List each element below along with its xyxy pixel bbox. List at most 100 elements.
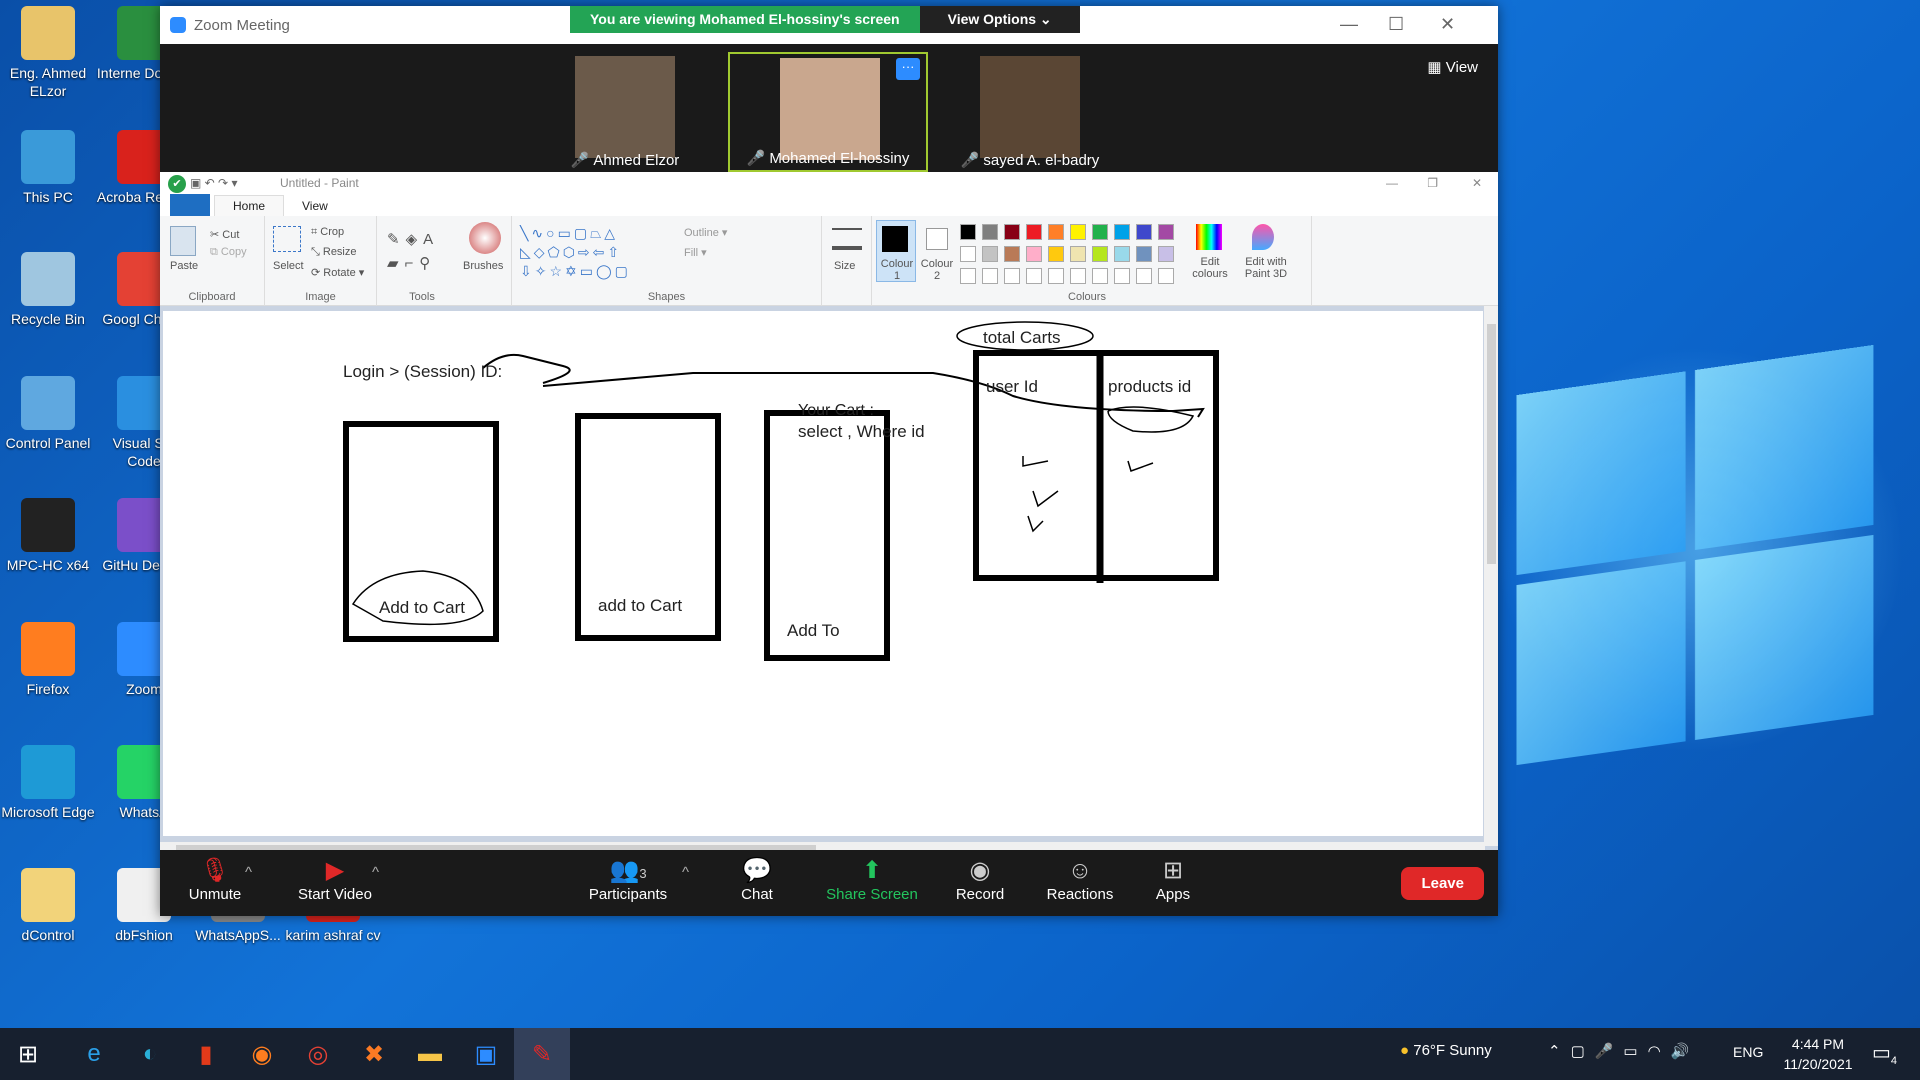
participant-tile[interactable]: 🎤 Ahmed Elzor xyxy=(525,52,725,172)
view-options-button[interactable]: View Options ⌄ xyxy=(919,6,1080,33)
palette-swatch[interactable] xyxy=(1004,224,1020,240)
palette-swatch-empty[interactable] xyxy=(1158,268,1174,284)
desktop-icon[interactable]: Recycle Bin xyxy=(0,252,96,328)
shapes-gallery-icons[interactable]: ╲∿○▭▢⏢△ ◺◇⬠⬡⇨⇦⇧ ⇩✧☆✡▭◯▢ xyxy=(520,224,670,281)
palette-swatch-empty[interactable] xyxy=(1026,268,1042,284)
desktop-icon[interactable]: Eng. Ahmed ELzor xyxy=(0,6,96,100)
unmute-button[interactable]: 🎙 Unmute xyxy=(180,856,250,903)
palette-swatch[interactable] xyxy=(1004,246,1020,262)
select-icon[interactable] xyxy=(273,226,301,252)
palette-swatch[interactable] xyxy=(1136,246,1152,262)
palette-swatch-empty[interactable] xyxy=(1092,268,1108,284)
clock[interactable]: 4:44 PM 11/20/2021 xyxy=(1772,1034,1864,1074)
scroll-thumb[interactable] xyxy=(1487,324,1496,564)
tab-home[interactable]: Home xyxy=(214,195,285,216)
start-button[interactable]: ⊞ xyxy=(0,1028,56,1080)
brushes-icon[interactable] xyxy=(469,222,501,254)
edit-colours-icon[interactable] xyxy=(1196,224,1222,250)
palette-swatch-empty[interactable] xyxy=(1114,268,1130,284)
view-layout-button[interactable]: ▦ View xyxy=(1427,58,1478,76)
brushes-button[interactable]: Brushes xyxy=(463,260,503,272)
edit-paint3d-button[interactable]: Edit with Paint 3D xyxy=(1238,256,1294,280)
palette-swatch[interactable] xyxy=(1158,246,1174,262)
desktop-icon[interactable]: dControl xyxy=(0,868,96,944)
participants-options-caret[interactable]: ^ xyxy=(682,864,689,881)
drawing-canvas[interactable]: Login > (Session) ID: Add to Cart add to… xyxy=(163,311,1483,836)
desktop-icon[interactable]: This PC xyxy=(0,130,96,206)
file-explorer-icon[interactable]: ▬ xyxy=(402,1028,458,1080)
outline-button[interactable]: Outline ▾ xyxy=(684,226,727,239)
palette-swatch[interactable] xyxy=(982,246,998,262)
language-indicator[interactable]: ENG xyxy=(1733,1044,1763,1060)
more-options-icon[interactable]: ··· xyxy=(896,58,920,80)
minimize-icon[interactable]: — xyxy=(1386,176,1398,190)
palette-swatch-empty[interactable] xyxy=(1004,268,1020,284)
maximize-icon[interactable]: ☐ xyxy=(1388,14,1404,35)
office-icon[interactable]: ▮ xyxy=(178,1028,234,1080)
leave-button[interactable]: Leave xyxy=(1401,867,1484,900)
pencil-fill-text-icons[interactable]: ✎◈A xyxy=(387,230,439,248)
file-tab[interactable] xyxy=(170,194,210,216)
close-icon[interactable]: ✕ xyxy=(1440,14,1455,35)
edge-icon[interactable]: ◐ xyxy=(122,1028,178,1080)
chrome-icon[interactable]: ◎ xyxy=(290,1028,346,1080)
paste-icon[interactable] xyxy=(170,226,196,256)
desktop-icon[interactable]: MPC-HC x64 xyxy=(0,498,96,574)
desktop-icon[interactable]: Microsoft Edge xyxy=(0,745,96,821)
participant-tile-active[interactable]: ··· 🎤 Mohamed El-hossiny xyxy=(728,52,928,172)
palette-swatch[interactable] xyxy=(1136,224,1152,240)
xampp-icon[interactable]: ✖ xyxy=(346,1028,402,1080)
palette-swatch[interactable] xyxy=(1026,246,1042,262)
size-button[interactable]: Size xyxy=(834,260,855,272)
tray-icons[interactable]: ⌃▢🎤▭◠🔊 xyxy=(1548,1042,1699,1060)
apps-button[interactable]: ⊞ Apps xyxy=(1148,856,1198,903)
tab-view[interactable]: View xyxy=(284,196,346,216)
select-button[interactable]: Select xyxy=(273,260,304,272)
palette-swatch-empty[interactable] xyxy=(982,268,998,284)
edit-colours-button[interactable]: Edit colours xyxy=(1188,256,1232,280)
quick-access-icons[interactable]: ▣ ↶ ↷ ▾ xyxy=(190,176,237,190)
audio-options-caret[interactable]: ^ xyxy=(245,864,252,881)
size-icon[interactable] xyxy=(832,228,862,250)
palette-swatch[interactable] xyxy=(1092,224,1108,240)
desktop-icon[interactable]: Control Panel xyxy=(0,376,96,452)
firefox-icon[interactable]: ◉ xyxy=(234,1028,290,1080)
paint-taskbar-icon[interactable]: ✎ xyxy=(514,1028,570,1080)
minimize-icon[interactable]: — xyxy=(1340,14,1358,35)
notifications-icon[interactable]: ▭4 xyxy=(1872,1040,1897,1067)
palette-swatch[interactable] xyxy=(1114,224,1130,240)
participant-tile[interactable]: 🎤 sayed A. el-badry xyxy=(930,52,1130,172)
paste-button[interactable]: Paste xyxy=(170,260,198,272)
palette-swatch-empty[interactable] xyxy=(1048,268,1064,284)
palette-swatch[interactable] xyxy=(982,224,998,240)
palette-swatch-empty[interactable] xyxy=(960,268,976,284)
zoom-taskbar-icon[interactable]: ▣ xyxy=(458,1028,514,1080)
palette-swatch[interactable] xyxy=(1092,246,1108,262)
palette-swatch[interactable] xyxy=(1114,246,1130,262)
participants-button[interactable]: 👥3 Participants xyxy=(578,856,678,903)
palette-swatch[interactable] xyxy=(1026,224,1042,240)
palette-swatch-empty[interactable] xyxy=(1070,268,1086,284)
chat-button[interactable]: 💬 Chat xyxy=(727,856,787,903)
paint3d-icon[interactable] xyxy=(1252,224,1274,250)
palette-swatch[interactable] xyxy=(1070,224,1086,240)
vertical-scrollbar[interactable] xyxy=(1484,306,1498,846)
colour2-swatch[interactable] xyxy=(926,228,948,250)
reactions-button[interactable]: ☺ Reactions xyxy=(1040,856,1120,903)
desktop-icon[interactable]: Firefox xyxy=(0,622,96,698)
palette-swatch[interactable] xyxy=(1048,224,1064,240)
palette-swatch[interactable] xyxy=(1158,224,1174,240)
fill-button[interactable]: Fill ▾ xyxy=(684,246,707,259)
video-options-caret[interactable]: ^ xyxy=(372,864,379,881)
palette-swatch-empty[interactable] xyxy=(1136,268,1152,284)
palette-swatch[interactable] xyxy=(960,246,976,262)
palette-swatch[interactable] xyxy=(1048,246,1064,262)
ie-icon[interactable]: e xyxy=(66,1028,122,1080)
close-icon[interactable]: ✕ xyxy=(1472,176,1482,190)
share-screen-button[interactable]: ⬆ Share Screen xyxy=(817,856,927,903)
restore-icon[interactable]: ❐ xyxy=(1427,176,1438,190)
palette-swatch[interactable] xyxy=(1070,246,1086,262)
record-button[interactable]: ◉ Record xyxy=(945,856,1015,903)
palette-swatch[interactable] xyxy=(960,224,976,240)
eraser-picker-zoom-icons[interactable]: ▰⌐⚲ xyxy=(387,254,436,272)
